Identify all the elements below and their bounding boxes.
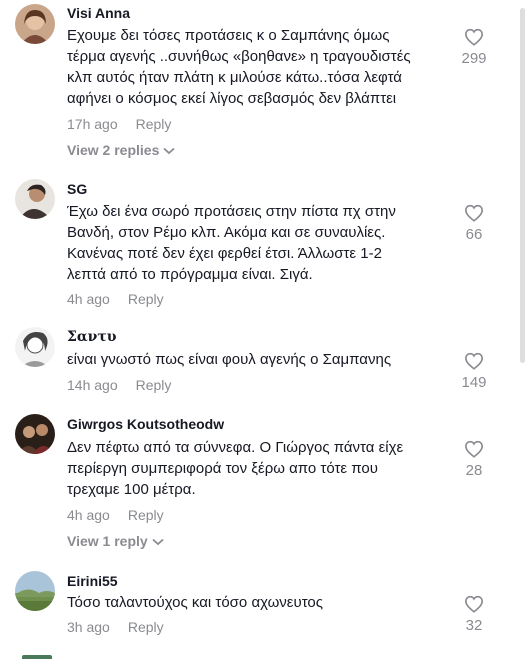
heart-icon — [464, 352, 484, 370]
view-replies-label: View 1 reply — [67, 533, 148, 549]
comment-username[interactable]: Visi Anna — [67, 5, 130, 21]
comment-time: 14h ago — [67, 377, 118, 393]
heart-icon — [464, 204, 484, 222]
view-replies-button[interactable]: View 2 replies — [67, 142, 175, 158]
comment-username[interactable]: Giwrgos Koutsotheodw — [67, 416, 224, 432]
comment-meta: 4h ago Reply — [67, 507, 164, 523]
heart-icon — [464, 28, 484, 46]
comment-time: 17h ago — [67, 116, 118, 132]
comment-username[interactable]: SG — [67, 181, 87, 197]
comment-line: τέρμα αγενής ..συνήθως «βοηθανε» η τραγο… — [67, 48, 411, 65]
comment-meta: 14h ago Reply — [67, 377, 171, 393]
comment-line: Εχουμε δει τόσες προτάσεις κ ο Σαμπάνης … — [67, 27, 390, 44]
reply-button[interactable]: Reply — [136, 377, 172, 393]
avatar[interactable] — [15, 4, 55, 44]
scrollbar[interactable] — [520, 8, 525, 363]
comment-text: Εχουμε δει τόσες προτάσεις κ ο Σαμπάνης … — [67, 25, 447, 109]
reply-button[interactable]: Reply — [128, 507, 164, 523]
comment-line: Κανένας ποτέ δεν έχει φερθεί έτσι. Άλλωσ… — [67, 245, 382, 262]
comment-text: Δεν πέφτω από τα σύννεφα. Ο Γιώργος πάντ… — [67, 437, 447, 500]
like-button[interactable]: 299 — [452, 28, 496, 67]
comment-meta: 3h ago Reply — [67, 619, 164, 635]
comment-text: Έχω δει ένα σωρό προτάσεις στην πίστα πχ… — [67, 201, 447, 285]
chevron-down-icon — [152, 539, 164, 546]
like-count: 66 — [465, 226, 483, 243]
view-replies-button[interactable]: View 1 reply — [67, 533, 164, 549]
comment-line: Δεν πέφτω από τα σύννεφα. Ο Γιώργος πάντ… — [67, 439, 404, 456]
like-count: 32 — [465, 617, 483, 634]
like-button[interactable]: 28 — [452, 440, 496, 479]
comment-line: Έχω δει ένα σωρό προτάσεις στην πίστα πχ… — [67, 203, 396, 220]
comment-line: αφήνει ο κόσμος εκεί λίγος σεβασμός δεν … — [67, 90, 397, 107]
like-count: 28 — [465, 462, 483, 479]
heart-icon — [464, 440, 484, 458]
avatar[interactable] — [15, 571, 55, 611]
comment-text: είναι γνωστό πως είναι φουλ αγενής ο Σαμ… — [67, 349, 447, 370]
comment-line: λεπτά από το πρόγραμμα είναι. Σιγά. — [67, 266, 313, 283]
reply-button[interactable]: Reply — [136, 116, 172, 132]
comment-username[interactable]: Eirini55 — [67, 573, 118, 589]
chevron-down-icon — [163, 148, 175, 155]
view-replies-label: View 2 replies — [67, 142, 160, 158]
comment-meta: 4h ago Reply — [67, 291, 164, 307]
like-button[interactable]: 66 — [452, 204, 496, 243]
comment-meta: 17h ago Reply — [67, 116, 171, 132]
comment-time: 3h ago — [67, 619, 110, 635]
comment-username[interactable]: Σαντυ — [67, 329, 117, 345]
reply-button[interactable]: Reply — [128, 619, 164, 635]
avatar[interactable] — [15, 327, 55, 367]
comment-line: τρεχαμε 100 μέτρα. — [67, 481, 196, 498]
comment-line: είναι γνωστό πως είναι φουλ αγενής ο Σαμ… — [67, 351, 392, 368]
avatar[interactable] — [15, 414, 55, 454]
comment-line: περίεργη συμπεριφορά τον ξέρω απο τότε π… — [67, 460, 378, 477]
comment-time: 4h ago — [67, 507, 110, 523]
avatar[interactable] — [15, 179, 55, 219]
heart-icon — [464, 595, 484, 613]
reply-button[interactable]: Reply — [128, 291, 164, 307]
next-avatar-edge — [22, 655, 52, 659]
comment-text: Τόσο ταλαντούχος και τόσο αχωνευτος — [67, 592, 447, 613]
like-count: 299 — [461, 50, 487, 67]
like-button[interactable]: 32 — [452, 595, 496, 634]
comment-line: Βανδή, στον Ρέμο κλπ. Ακόμα και σε συναυ… — [67, 224, 386, 241]
like-button[interactable]: 149 — [452, 352, 496, 391]
like-count: 149 — [461, 374, 487, 391]
comment-line: κλπ αυτός ήταν πλάτη κ μιλούσε κάτω..τόσ… — [67, 69, 402, 86]
comment-line: Τόσο ταλαντούχος και τόσο αχωνευτος — [67, 594, 323, 611]
comment-time: 4h ago — [67, 291, 110, 307]
